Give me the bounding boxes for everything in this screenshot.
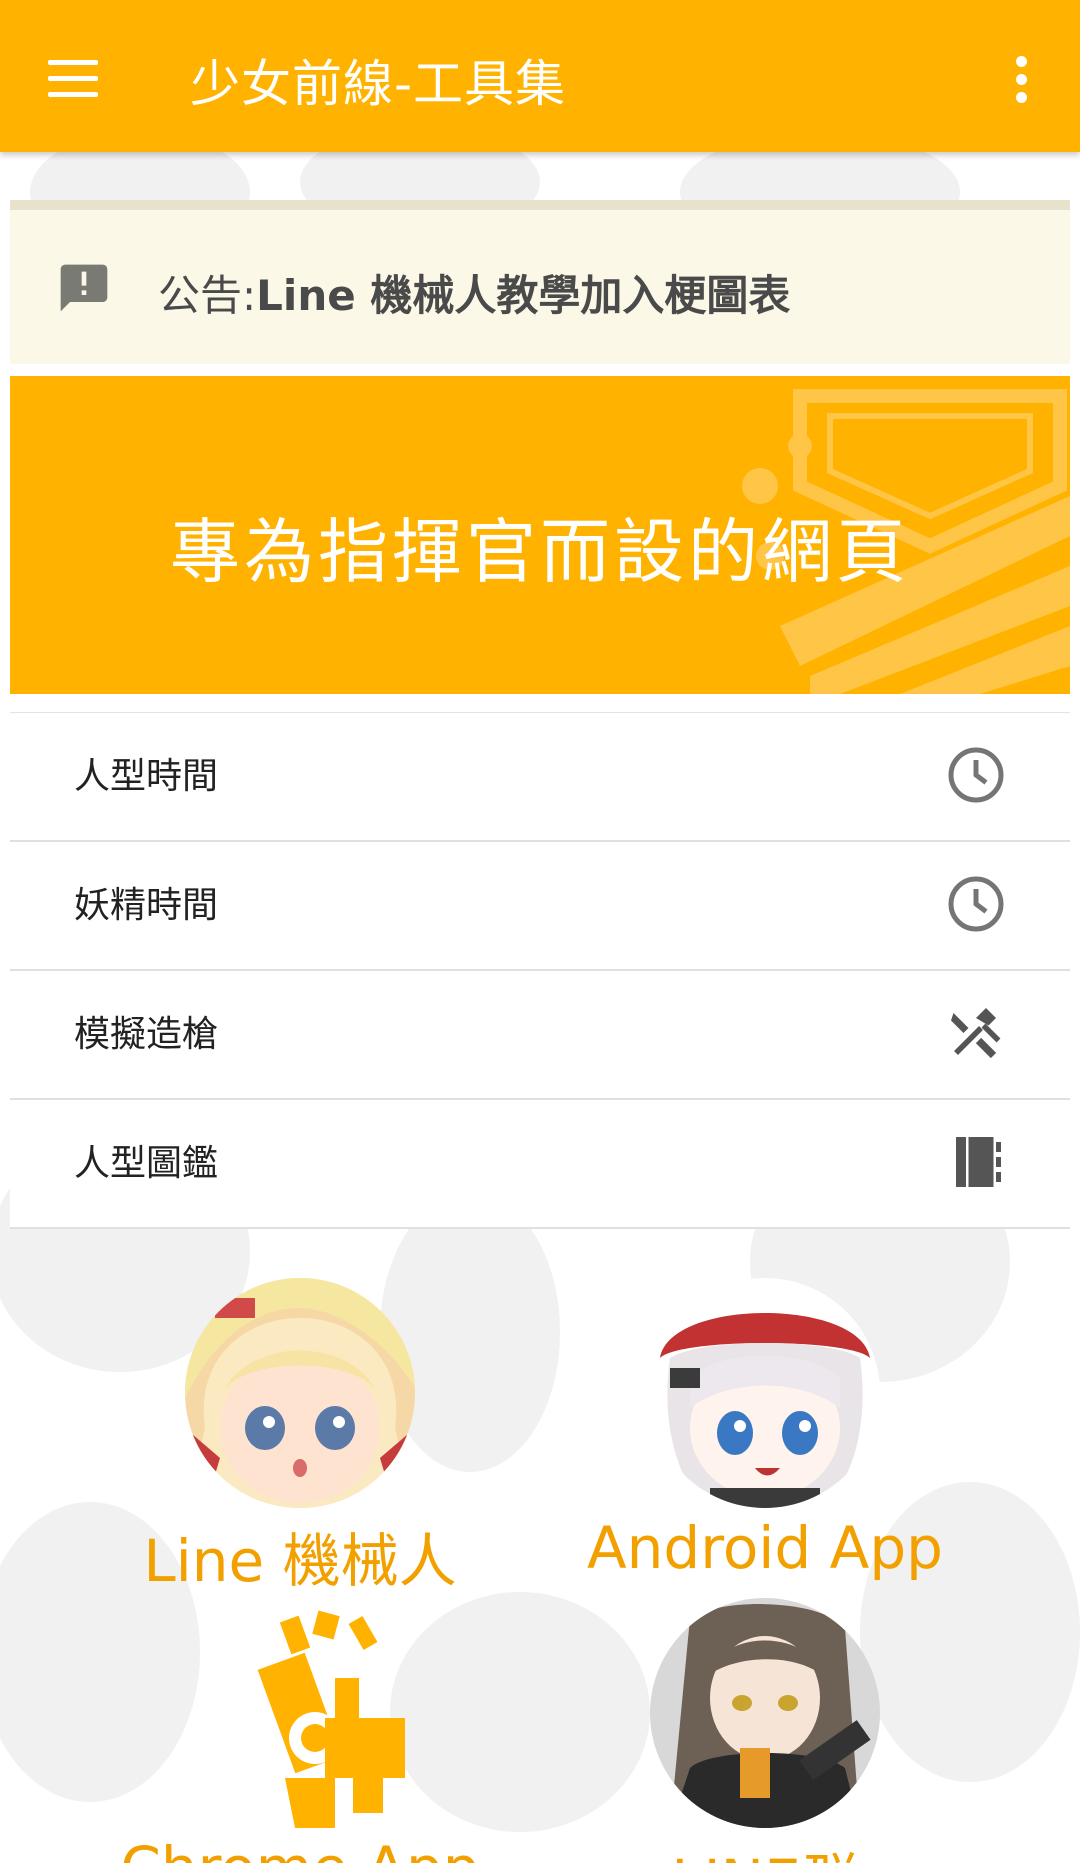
shortcut-label: Chrome App — [110, 1834, 490, 1863]
announcement-prefix: 公告: — [158, 271, 257, 320]
menu-item-fairy-timer[interactable]: 妖精時間 — [10, 842, 1070, 971]
menu-item-label: 妖精時間 — [74, 885, 219, 926]
shortcut-label: Android App — [587, 1514, 943, 1582]
announcement-bar[interactable]: 公告:Line 機械人教學加入梗圖表 — [10, 200, 1070, 364]
hammer-wrench-icon — [951, 1008, 1001, 1059]
shortcut-line-group[interactable]: LINE群 — [570, 1598, 960, 1863]
menu-item-label: 人型圖鑑 — [74, 1143, 219, 1184]
book-icon — [956, 1137, 1001, 1187]
shortcut-label: LINE群 — [570, 1834, 960, 1863]
line-group-avatar — [650, 1598, 880, 1828]
more-vert-icon[interactable] — [1004, 52, 1040, 108]
hamburger-menu-icon[interactable] — [38, 50, 108, 110]
shortcut-label: Line 機械人 — [143, 1527, 457, 1595]
menu-item-tdoll-index[interactable]: 人型圖鑑 — [10, 1100, 1070, 1229]
app-bar: 少女前線-工具集 — [0, 0, 1080, 152]
shortcut-chrome-app[interactable]: Chrome App — [110, 1598, 490, 1863]
shortcut-android-app[interactable]: Android App — [570, 1278, 960, 1582]
banner-title: 專為指揮官而設的網頁 — [170, 511, 910, 593]
chrome-app-logo — [185, 1598, 415, 1828]
android-app-avatar — [650, 1278, 880, 1508]
announcement-message: Line 機械人教學加入梗圖表 — [256, 271, 791, 320]
menu-item-label: 模擬造槍 — [74, 1014, 219, 1055]
hero-banner: 專為指揮官而設的網頁 — [10, 376, 1070, 694]
line-bot-avatar — [185, 1278, 415, 1508]
announcement-text: 公告:Line 機械人教學加入梗圖表 — [158, 262, 790, 323]
shortcut-line-bot[interactable]: Line 機械人 — [110, 1278, 490, 1598]
menu-item-tdoll-timer[interactable]: 人型時間 — [10, 713, 1070, 842]
menu-item-craft-simulator[interactable]: 模擬造槍 — [10, 971, 1070, 1100]
announcement-icon — [60, 264, 108, 312]
app-title: 少女前線-工具集 — [190, 55, 567, 113]
tool-menu-list: 人型時間 妖精時間 模擬造槍 人型圖鑑 — [10, 712, 1070, 1229]
clock-icon — [948, 747, 1004, 803]
clock-icon — [948, 876, 1004, 932]
menu-item-label: 人型時間 — [74, 756, 219, 797]
